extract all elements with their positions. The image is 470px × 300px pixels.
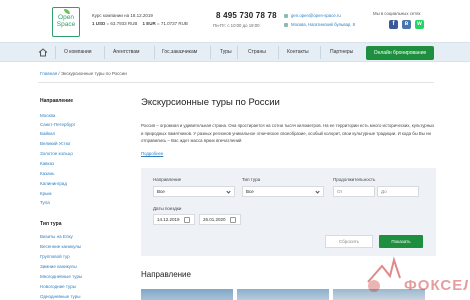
location-icon [284, 22, 288, 27]
usd-label: 1 USD [92, 21, 106, 26]
date-to-value: 26.01.2020 [203, 217, 226, 222]
currency-rates: Курс компании на 18.12.2019 1 USD = 63.7… [92, 12, 188, 28]
chevron-down-icon [226, 189, 231, 194]
usd-value: = 63.7933 RUB [106, 21, 138, 26]
email-text: gen.open@open-space.ru [291, 13, 341, 18]
vk-icon[interactable]: в [402, 20, 411, 29]
home-icon[interactable] [38, 48, 48, 57]
sidebar-item-winter-holidays[interactable]: Зимние каникулы [40, 264, 77, 269]
nav-item-about[interactable]: О компании [64, 49, 92, 55]
sidebar-item-new-year[interactable]: Новогодние туры [40, 284, 76, 289]
sidebar-item-kazan[interactable]: Казань [40, 171, 54, 176]
nav-item-countries[interactable]: Страны [248, 49, 266, 55]
address-text: Москва, Нагатинский бульвар, 8 [291, 22, 356, 27]
rates-values: 1 USD = 63.7933 RUB 1 EUR = 71.0737 RUB [92, 20, 188, 28]
nav-item-agencies[interactable]: Агентствам [113, 49, 139, 55]
reset-button[interactable]: Сбросить [325, 235, 373, 248]
date-to-input[interactable]: 26.01.2020 [199, 214, 241, 225]
sidebar-direction-title: Направление [40, 98, 74, 104]
tour-thumbnail[interactable] [237, 289, 329, 300]
foxel-watermark: ФОКСЕЛ [367, 256, 468, 294]
sidebar-item-crimea[interactable]: Крым [40, 191, 51, 196]
sidebar-item-baikal[interactable]: Байкал [40, 131, 55, 136]
rates-title: Курс компании на 18.12.2019 [92, 13, 153, 18]
online-booking-button[interactable]: Онлайн бронирование [366, 46, 434, 60]
nav-divider [104, 46, 105, 59]
social-label: Мы в социальных сетях [373, 11, 421, 16]
duration-label: Продолжительность [333, 177, 376, 182]
tour-type-select-value: Все [246, 189, 254, 194]
direction-section-title: Направление [141, 270, 191, 279]
nav-divider [55, 46, 56, 59]
duration-from-input[interactable]: От [333, 186, 375, 197]
nav-divider [237, 46, 238, 59]
sidebar-type-title: Тип тура [40, 221, 62, 227]
tour-thumbnail[interactable] [141, 289, 233, 300]
nav-divider [320, 46, 321, 59]
sidebar-item-golden-ring[interactable]: Золотое кольцо [40, 151, 73, 156]
sidebar-item-kaliningrad[interactable]: Калининград [40, 181, 67, 186]
chevron-down-icon [315, 189, 320, 194]
nav-item-gov[interactable]: Гос.заказчикам [162, 49, 197, 55]
tour-type-select[interactable]: Все [242, 186, 324, 197]
tour-filter: Направление Все Тип тура Все Продолжител… [141, 168, 436, 256]
direction-select[interactable]: Все [153, 186, 235, 197]
logo[interactable]: Open Space [52, 7, 80, 37]
duration-to-input[interactable]: До [377, 186, 419, 197]
calendar-icon [230, 217, 236, 223]
date-from-value: 14.12.2019 [157, 217, 180, 222]
nav-divider [154, 46, 155, 59]
breadcrumb-separator: / [58, 71, 60, 76]
nav-item-contacts[interactable]: Контакты [287, 49, 309, 55]
sidebar-item-tree-visits[interactable]: Визиты на Елку [40, 234, 73, 239]
tour-type-label: Тип тура [242, 177, 261, 182]
breadcrumb: Главная / Экскурсионные туры по России [40, 71, 127, 76]
phone-number[interactable]: 8 495 730 78 78 [216, 11, 277, 20]
sidebar-item-moscow[interactable]: Москва [40, 113, 55, 118]
mail-icon [284, 13, 288, 18]
date-from-input[interactable]: 14.12.2019 [153, 214, 195, 225]
work-hours: Пн-Пт: с 10:00 до 19:00 [213, 23, 260, 28]
watermark-text: ФОКСЕЛ [404, 277, 468, 294]
sidebar-item-group-tour[interactable]: Групповой тур [40, 254, 70, 259]
logo-text-2: Space [56, 21, 76, 28]
direction-label: Направление [153, 177, 182, 182]
direction-select-value: Все [157, 189, 165, 194]
page: Open Space Курс компании на 18.12.2019 1… [0, 0, 470, 300]
sidebar-item-tula[interactable]: Тула [40, 200, 50, 205]
site-header: Open Space Курс компании на 18.12.2019 1… [0, 0, 470, 42]
calendar-icon [184, 217, 190, 223]
nav-item-tours[interactable]: Туры [220, 49, 232, 55]
divider [38, 82, 434, 83]
sidebar-item-caucasus[interactable]: Кавказ [40, 161, 54, 166]
nav-divider [210, 46, 211, 59]
email-link[interactable]: gen.open@open-space.ru [284, 11, 355, 20]
sidebar-item-spring-holidays[interactable]: Весенние каникулы [40, 244, 81, 249]
address-link[interactable]: Москва, Нагатинский бульвар, 8 [284, 20, 355, 29]
show-button[interactable]: Показать [379, 235, 423, 248]
sidebar-item-multiday[interactable]: Многодневные туры [40, 274, 82, 279]
breadcrumb-home[interactable]: Главная [40, 71, 57, 76]
breadcrumb-current: Экскурсионные туры по России [60, 71, 127, 76]
page-title: Экскурсионные туры по России [141, 97, 280, 108]
eur-label: 1 EUR [142, 21, 156, 26]
main-nav: О компании Агентствам Гос.заказчикам Тур… [0, 42, 470, 62]
facebook-icon[interactable]: f [389, 20, 398, 29]
contacts-block: gen.open@open-space.ru Москва, Нагатинск… [284, 11, 355, 29]
sidebar-item-one-day[interactable]: Однодневные туры [40, 294, 80, 299]
more-link[interactable]: Подробнее [141, 151, 163, 156]
logo-text-1: Open [58, 14, 74, 21]
eur-value: = 71.0737 RUB [156, 21, 188, 26]
sidebar-item-ustyug[interactable]: Великий Устюг [40, 141, 71, 146]
nav-item-partners[interactable]: Партнеры [330, 49, 353, 55]
whatsapp-icon[interactable]: w [415, 20, 424, 29]
page-description: Россия – огромная и удивительная страна.… [141, 123, 435, 143]
nav-divider [278, 46, 279, 59]
dates-label: Даты поездки [153, 206, 182, 211]
sidebar-item-spb[interactable]: Санкт-Петербург [40, 122, 75, 127]
